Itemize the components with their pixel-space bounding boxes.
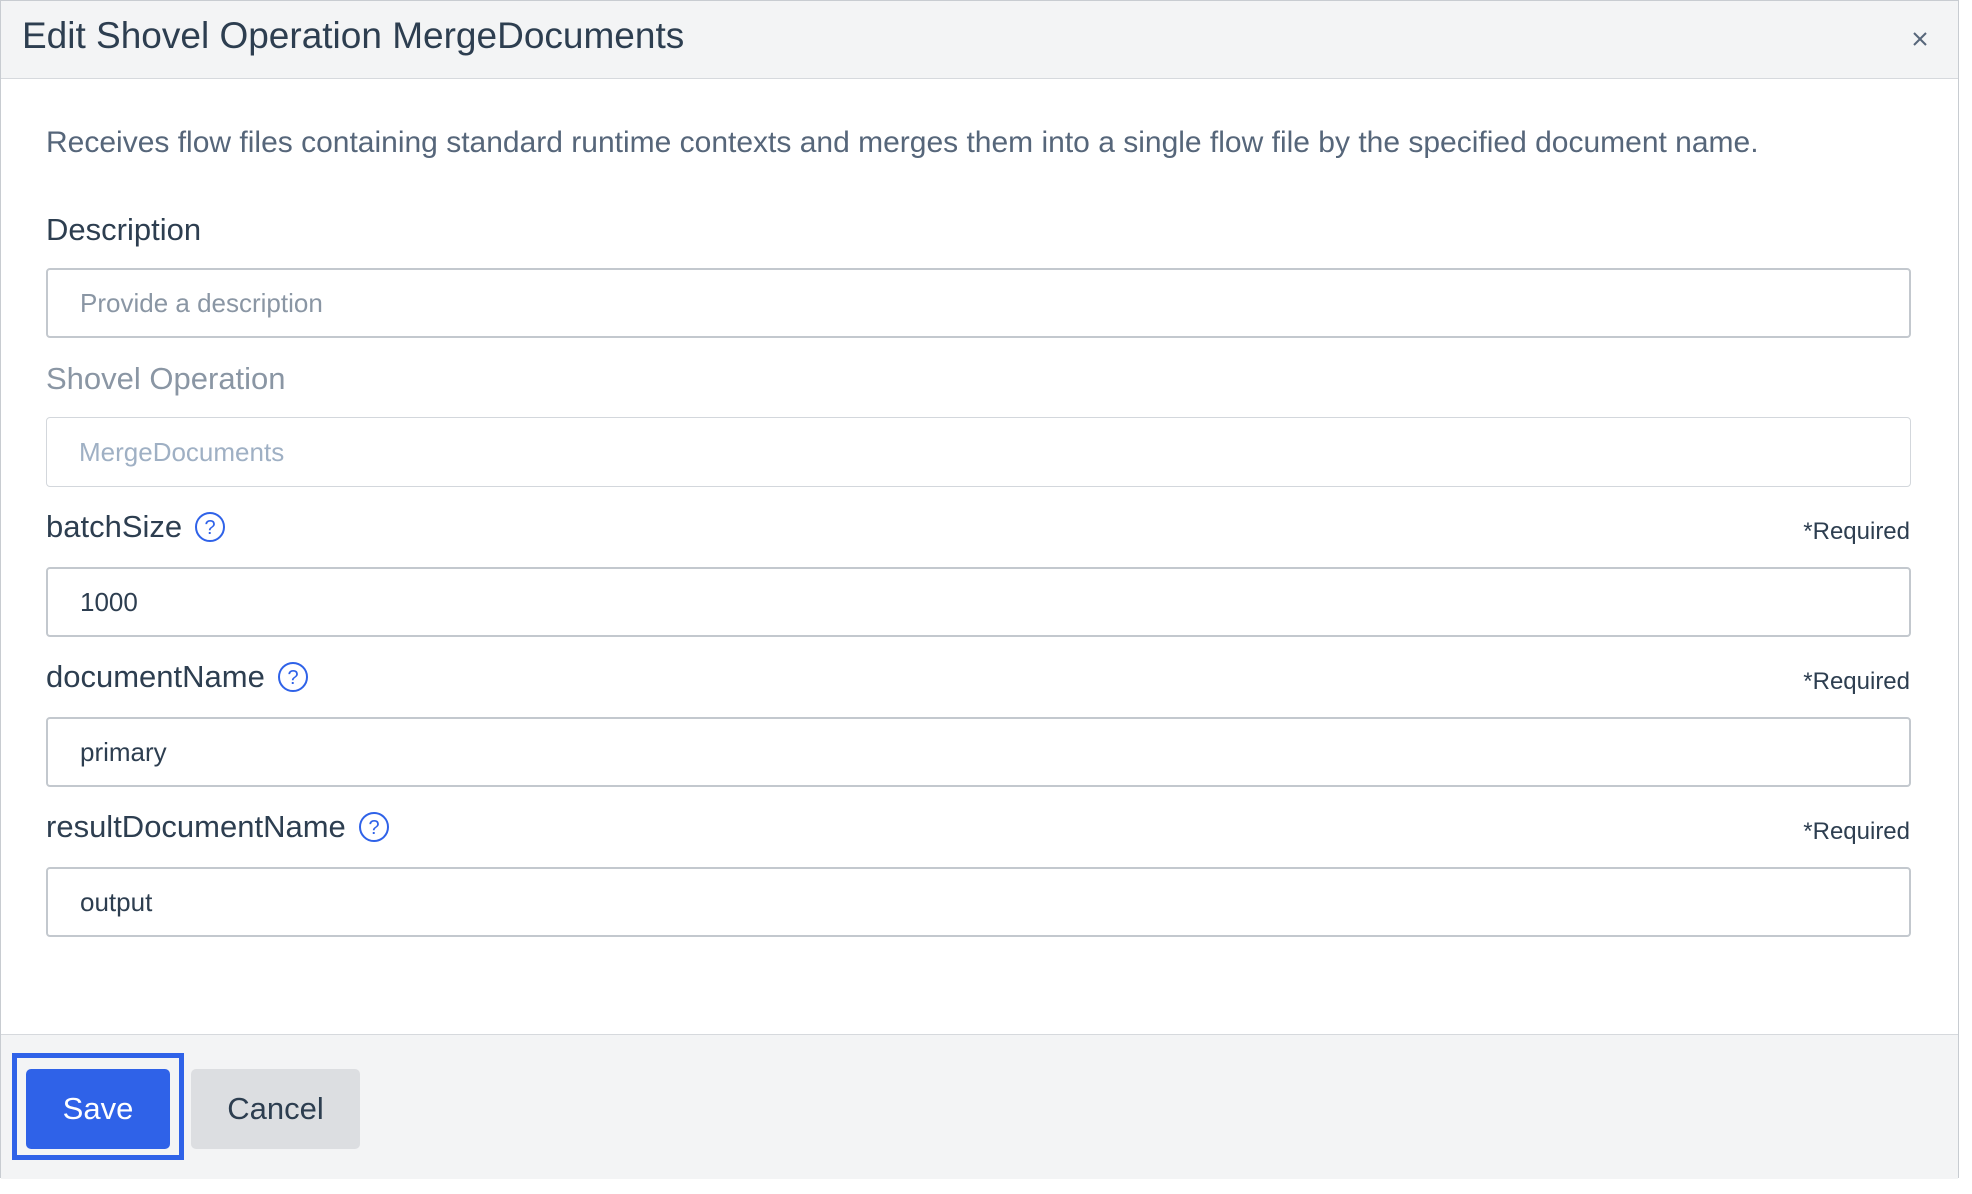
batch-size-input[interactable] [46, 567, 1911, 637]
close-button[interactable] [1904, 23, 1936, 55]
batch-size-required: *Required [1803, 518, 1910, 545]
dialog-title: Edit Shovel Operation MergeDocuments [22, 15, 685, 56]
help-circle-icon[interactable]: ? [358, 811, 390, 843]
save-button[interactable]: Save [26, 1069, 170, 1149]
description-input[interactable] [46, 268, 1911, 338]
svg-text:?: ? [287, 667, 298, 689]
batch-size-label-text: batchSize [46, 509, 183, 544]
document-name-label: documentName ? [46, 659, 309, 695]
document-name-label-text: documentName [46, 659, 265, 694]
result-document-name-label-text: resultDocumentName [46, 809, 346, 844]
result-document-name-input[interactable] [46, 867, 1911, 937]
shovel-operation-label-text: Shovel Operation [46, 361, 286, 396]
document-name-required: *Required [1803, 668, 1910, 695]
svg-text:?: ? [368, 817, 379, 839]
shovel-operation-label: Shovel Operation [46, 361, 286, 397]
shovel-operation-input [46, 417, 1911, 487]
description-label: Description [46, 212, 201, 248]
help-circle-icon[interactable]: ? [194, 511, 226, 543]
help-circle-icon[interactable]: ? [277, 661, 309, 693]
result-document-name-label: resultDocumentName ? [46, 809, 390, 845]
cancel-button[interactable]: Cancel [191, 1069, 360, 1149]
document-name-input[interactable] [46, 717, 1911, 787]
dialog-footer: Save Cancel [1, 1034, 1958, 1179]
batch-size-label: batchSize ? [46, 509, 226, 545]
close-icon [1913, 32, 1927, 46]
dialog-body: Receives flow files containing standard … [1, 79, 1958, 1034]
operation-description-text: Receives flow files containing standard … [46, 126, 1759, 159]
result-document-name-required: *Required [1803, 818, 1910, 845]
svg-text:?: ? [205, 517, 216, 539]
dialog-header: Edit Shovel Operation MergeDocuments [1, 1, 1958, 79]
description-label-text: Description [46, 212, 202, 247]
edit-shovel-operation-dialog: Edit Shovel Operation MergeDocuments Rec… [0, 0, 1959, 1179]
